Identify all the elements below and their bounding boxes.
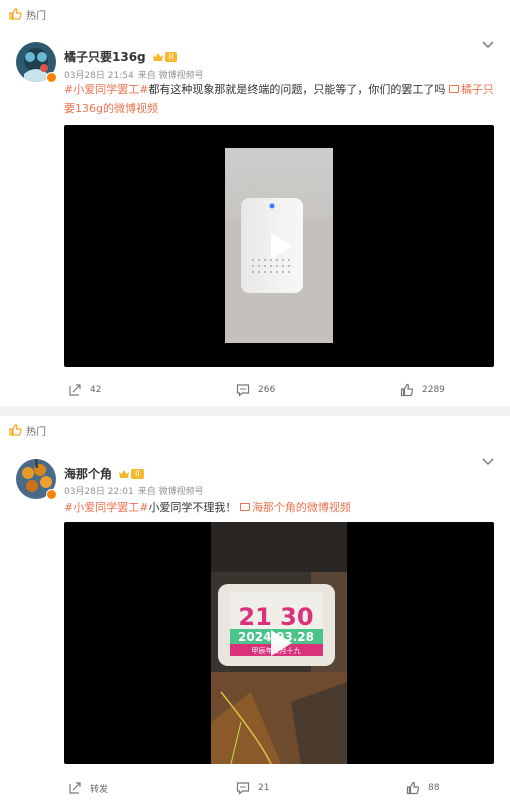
- thumb-up-hot-icon: [9, 424, 22, 436]
- crown-icon: [152, 52, 163, 61]
- video-link-icon: [448, 85, 459, 93]
- repost-button[interactable]: 42: [68, 380, 101, 400]
- weibo-feed: 热门 橘子只要136g II 03月28日 21:54 来自 微博视频号 #小爱…: [0, 0, 510, 800]
- hot-label: 热门: [26, 426, 46, 438]
- thumb-up-icon: [406, 781, 420, 795]
- post-card: 热门 海那个角 II 03月28日 22:01 来自 微博视频号 #小爱同学罢工…: [0, 416, 510, 800]
- repost-icon: [69, 782, 81, 794]
- comment-icon: [236, 384, 250, 397]
- name-row: 海那个角 II: [64, 465, 144, 482]
- username[interactable]: 橘子只要136g: [64, 48, 146, 65]
- meta-row: 03月28日 22:01 来自 微博视频号: [64, 484, 204, 497]
- post-text: #小爱同学罢工#小爱同学不理我！ 海那个角的微博视频: [64, 498, 494, 517]
- repost-count: 42: [90, 385, 102, 395]
- post-date[interactable]: 03月28日 22:01: [64, 484, 134, 497]
- chevron-down-icon[interactable]: [482, 458, 494, 466]
- comment-button[interactable]: 266: [236, 380, 275, 400]
- play-icon[interactable]: [261, 228, 297, 264]
- verified-badge-icon: [46, 489, 57, 500]
- post-text: #小爱同学罢工#都有这种现象那就是终端的问题，只能等了，你们的罢工了吗 橘子只要…: [64, 80, 494, 118]
- post-card: 热门 橘子只要136g II 03月28日 21:54 来自 微博视频号 #小爱…: [0, 0, 510, 406]
- repost-button[interactable]: 转发: [68, 778, 108, 798]
- thumb-up-hot-icon: [9, 8, 22, 20]
- like-button[interactable]: 88: [406, 778, 439, 798]
- comment-icon: [236, 782, 250, 795]
- name-row: 橘子只要136g II: [64, 48, 178, 65]
- username[interactable]: 海那个角: [64, 465, 112, 482]
- post-body: 小爱同学不理我！: [148, 501, 237, 514]
- video-player[interactable]: [64, 125, 494, 367]
- verified-badge-icon: [46, 72, 57, 83]
- post-body: 都有这种现象那就是终端的问题，只能等了，你们的罢工了吗: [148, 83, 446, 96]
- video-link-icon: [239, 503, 250, 511]
- comment-button[interactable]: 21: [236, 778, 269, 798]
- level-label: II: [164, 51, 178, 62]
- repost-label: 转发: [90, 784, 109, 795]
- chevron-down-icon[interactable]: [482, 41, 494, 49]
- post-source: 来自 微博视频号: [137, 487, 204, 497]
- action-bar: 转发 21 88: [0, 778, 510, 798]
- like-button[interactable]: 2289: [400, 380, 445, 400]
- level-label: II: [131, 468, 144, 479]
- like-count: 2289: [422, 385, 445, 395]
- level-badge[interactable]: II: [152, 51, 178, 63]
- hot-tag: 热门: [8, 422, 46, 438]
- like-count: 88: [428, 783, 440, 793]
- level-badge[interactable]: II: [118, 468, 144, 480]
- hot-label: 热门: [26, 10, 46, 22]
- comment-count: 266: [258, 385, 276, 395]
- video-link-label: 海那个角的微博视频: [251, 501, 351, 514]
- play-icon[interactable]: [261, 625, 297, 661]
- hot-tag: 热门: [8, 6, 46, 22]
- thumb-up-icon: [400, 383, 414, 397]
- video-link[interactable]: 海那个角的微博视频: [239, 501, 351, 514]
- crown-icon: [119, 469, 130, 478]
- repost-icon: [69, 384, 81, 396]
- hashtag-link[interactable]: #小爱同学罢工#: [64, 501, 148, 514]
- video-player[interactable]: 21 30 2024.03.28 甲辰年二月十九: [64, 522, 494, 764]
- action-bar: 42 266 2289: [0, 380, 510, 400]
- comment-count: 21: [258, 783, 270, 793]
- hashtag-link[interactable]: #小爱同学罢工#: [64, 83, 148, 96]
